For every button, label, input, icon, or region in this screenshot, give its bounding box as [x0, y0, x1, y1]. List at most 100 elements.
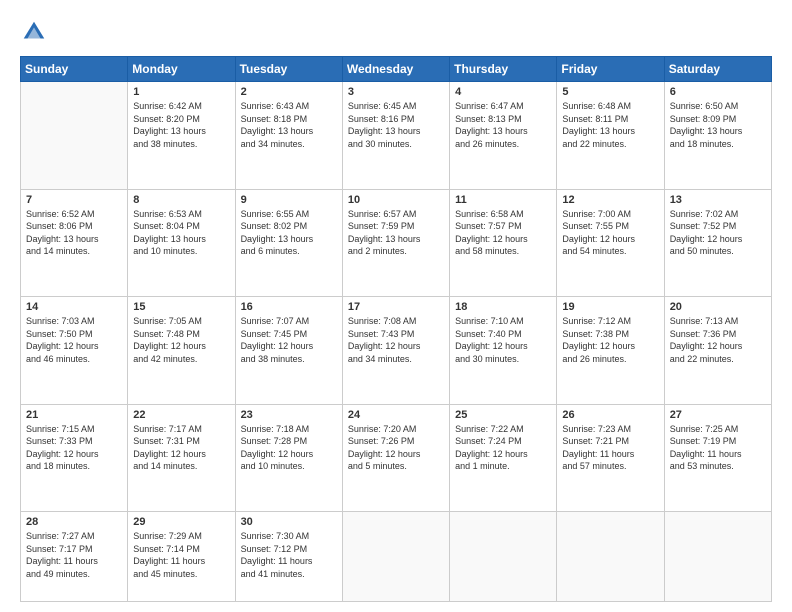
week-row-3: 14 Sunrise: 7:03 AMSunset: 7:50 PMDayligh…	[21, 297, 772, 405]
day-number: 29	[133, 516, 229, 528]
calendar-cell: 17Sunrise: 7:08 AMSunset: 7:43 PMDayligh…	[342, 297, 449, 405]
day-info: Sunrise: 7:18 AMSunset: 7:28 PMDaylight:…	[241, 423, 337, 473]
day-number: 21	[26, 409, 122, 421]
day-info: Sunrise: 7:05 AMSunset: 7:48 PMDaylight:…	[133, 315, 229, 365]
day-number: 27	[670, 409, 766, 421]
day-number: 19	[562, 301, 658, 313]
day-number: 7	[26, 194, 122, 206]
day-info: Sunrise: 7:02 AMSunset: 7:52 PMDaylight:…	[670, 208, 766, 258]
day-info: Sunrise: 7:23 AMSunset: 7:21 PMDaylight:…	[562, 423, 658, 473]
calendar-cell	[557, 512, 664, 602]
day-number: 16	[241, 301, 337, 313]
day-info: Sunrise: 7:00 AMSunset: 7:55 PMDaylight:…	[562, 208, 658, 258]
day-number: 15	[133, 301, 229, 313]
day-info: Sunrise: 7:20 AMSunset: 7:26 PMDaylight:…	[348, 423, 444, 473]
calendar-cell: 21 Sunrise: 7:15 AMSunset: 7:33 PMDayligh…	[21, 404, 128, 512]
calendar-cell: 14 Sunrise: 7:03 AMSunset: 7:50 PMDayligh…	[21, 297, 128, 405]
calendar-cell: 27 Sunrise: 7:25 AMSunset: 7:19 PMDayligh…	[664, 404, 771, 512]
weekday-header-tuesday: Tuesday	[235, 57, 342, 82]
calendar-cell: 26 Sunrise: 7:23 AMSunset: 7:21 PMDayligh…	[557, 404, 664, 512]
weekday-header-wednesday: Wednesday	[342, 57, 449, 82]
day-number: 26	[562, 409, 658, 421]
calendar-cell: 13 Sunrise: 7:02 AMSunset: 7:52 PMDayligh…	[664, 189, 771, 297]
day-info: Sunrise: 7:13 AMSunset: 7:36 PMDaylight:…	[670, 315, 766, 365]
calendar-cell: 24 Sunrise: 7:20 AMSunset: 7:26 PMDayligh…	[342, 404, 449, 512]
day-info: Sunrise: 7:30 AMSunset: 7:12 PMDaylight:…	[241, 530, 337, 580]
day-number: 13	[670, 194, 766, 206]
calendar-cell: 12 Sunrise: 7:00 AMSunset: 7:55 PMDayligh…	[557, 189, 664, 297]
day-number: 17	[348, 301, 444, 313]
day-info: Sunrise: 7:29 AMSunset: 7:14 PMDaylight:…	[133, 530, 229, 580]
calendar-cell: 7 Sunrise: 6:52 AMSunset: 8:06 PMDaylight…	[21, 189, 128, 297]
weekday-header-saturday: Saturday	[664, 57, 771, 82]
weekday-header-sunday: Sunday	[21, 57, 128, 82]
day-info: Sunrise: 7:12 AMSunset: 7:38 PMDaylight:…	[562, 315, 658, 365]
weekday-header-row: SundayMondayTuesdayWednesdayThursdayFrid…	[21, 57, 772, 82]
calendar-cell: 29 Sunrise: 7:29 AMSunset: 7:14 PMDayligh…	[128, 512, 235, 602]
calendar-cell: 23 Sunrise: 7:18 AMSunset: 7:28 PMDayligh…	[235, 404, 342, 512]
calendar-cell	[21, 82, 128, 190]
day-info: Sunrise: 6:42 AMSunset: 8:20 PMDaylight:…	[133, 100, 229, 150]
day-info: Sunrise: 6:45 AMSunset: 8:16 PMDaylight:…	[348, 100, 444, 150]
week-row-2: 7 Sunrise: 6:52 AMSunset: 8:06 PMDaylight…	[21, 189, 772, 297]
day-number: 3	[348, 86, 444, 98]
day-number: 24	[348, 409, 444, 421]
day-info: Sunrise: 7:15 AMSunset: 7:33 PMDaylight:…	[26, 423, 122, 473]
calendar-cell: 4Sunrise: 6:47 AMSunset: 8:13 PMDaylight…	[450, 82, 557, 190]
day-number: 8	[133, 194, 229, 206]
calendar-cell: 16 Sunrise: 7:07 AMSunset: 7:45 PMDayligh…	[235, 297, 342, 405]
calendar-cell: 5 Sunrise: 6:48 AMSunset: 8:11 PMDaylight…	[557, 82, 664, 190]
day-number: 14	[26, 301, 122, 313]
header	[20, 18, 772, 46]
calendar-cell: 6 Sunrise: 6:50 AMSunset: 8:09 PMDaylight…	[664, 82, 771, 190]
day-info: Sunrise: 6:50 AMSunset: 8:09 PMDaylight:…	[670, 100, 766, 150]
weekday-header-thursday: Thursday	[450, 57, 557, 82]
weekday-header-monday: Monday	[128, 57, 235, 82]
day-info: Sunrise: 7:10 AMSunset: 7:40 PMDaylight:…	[455, 315, 551, 365]
day-info: Sunrise: 7:25 AMSunset: 7:19 PMDaylight:…	[670, 423, 766, 473]
day-info: Sunrise: 6:55 AMSunset: 8:02 PMDaylight:…	[241, 208, 337, 258]
calendar-cell: 1 Sunrise: 6:42 AMSunset: 8:20 PMDaylight…	[128, 82, 235, 190]
week-row-1: 1 Sunrise: 6:42 AMSunset: 8:20 PMDaylight…	[21, 82, 772, 190]
calendar-cell: 8 Sunrise: 6:53 AMSunset: 8:04 PMDaylight…	[128, 189, 235, 297]
day-number: 12	[562, 194, 658, 206]
day-number: 20	[670, 301, 766, 313]
calendar-cell	[342, 512, 449, 602]
calendar-cell: 25 Sunrise: 7:22 AMSunset: 7:24 PMDayligh…	[450, 404, 557, 512]
week-row-4: 21 Sunrise: 7:15 AMSunset: 7:33 PMDayligh…	[21, 404, 772, 512]
calendar-cell: 30 Sunrise: 7:30 AMSunset: 7:12 PMDayligh…	[235, 512, 342, 602]
day-info: Sunrise: 6:47 AMSunset: 8:13 PMDaylight:…	[455, 100, 551, 150]
day-number: 1	[133, 86, 229, 98]
calendar-cell: 18Sunrise: 7:10 AMSunset: 7:40 PMDayligh…	[450, 297, 557, 405]
calendar-cell: 20 Sunrise: 7:13 AMSunset: 7:36 PMDayligh…	[664, 297, 771, 405]
day-info: Sunrise: 7:07 AMSunset: 7:45 PMDaylight:…	[241, 315, 337, 365]
logo	[20, 18, 52, 46]
day-number: 11	[455, 194, 551, 206]
day-number: 10	[348, 194, 444, 206]
day-number: 5	[562, 86, 658, 98]
calendar-cell: 15 Sunrise: 7:05 AMSunset: 7:48 PMDayligh…	[128, 297, 235, 405]
day-number: 30	[241, 516, 337, 528]
logo-icon	[20, 18, 48, 46]
day-info: Sunrise: 7:03 AMSunset: 7:50 PMDaylight:…	[26, 315, 122, 365]
day-number: 25	[455, 409, 551, 421]
calendar-cell: 19 Sunrise: 7:12 AMSunset: 7:38 PMDayligh…	[557, 297, 664, 405]
page: SundayMondayTuesdayWednesdayThursdayFrid…	[0, 0, 792, 612]
day-number: 28	[26, 516, 122, 528]
calendar-cell: 2Sunrise: 6:43 AMSunset: 8:18 PMDaylight…	[235, 82, 342, 190]
day-info: Sunrise: 7:17 AMSunset: 7:31 PMDaylight:…	[133, 423, 229, 473]
calendar-cell: 28 Sunrise: 7:27 AMSunset: 7:17 PMDayligh…	[21, 512, 128, 602]
day-info: Sunrise: 6:48 AMSunset: 8:11 PMDaylight:…	[562, 100, 658, 150]
day-info: Sunrise: 6:53 AMSunset: 8:04 PMDaylight:…	[133, 208, 229, 258]
day-number: 22	[133, 409, 229, 421]
day-number: 6	[670, 86, 766, 98]
calendar-cell	[664, 512, 771, 602]
week-row-5: 28 Sunrise: 7:27 AMSunset: 7:17 PMDayligh…	[21, 512, 772, 602]
day-info: Sunrise: 6:58 AMSunset: 7:57 PMDaylight:…	[455, 208, 551, 258]
day-number: 23	[241, 409, 337, 421]
calendar-cell: 22 Sunrise: 7:17 AMSunset: 7:31 PMDayligh…	[128, 404, 235, 512]
day-info: Sunrise: 7:22 AMSunset: 7:24 PMDaylight:…	[455, 423, 551, 473]
day-info: Sunrise: 6:52 AMSunset: 8:06 PMDaylight:…	[26, 208, 122, 258]
calendar-table: SundayMondayTuesdayWednesdayThursdayFrid…	[20, 56, 772, 602]
day-info: Sunrise: 7:27 AMSunset: 7:17 PMDaylight:…	[26, 530, 122, 580]
